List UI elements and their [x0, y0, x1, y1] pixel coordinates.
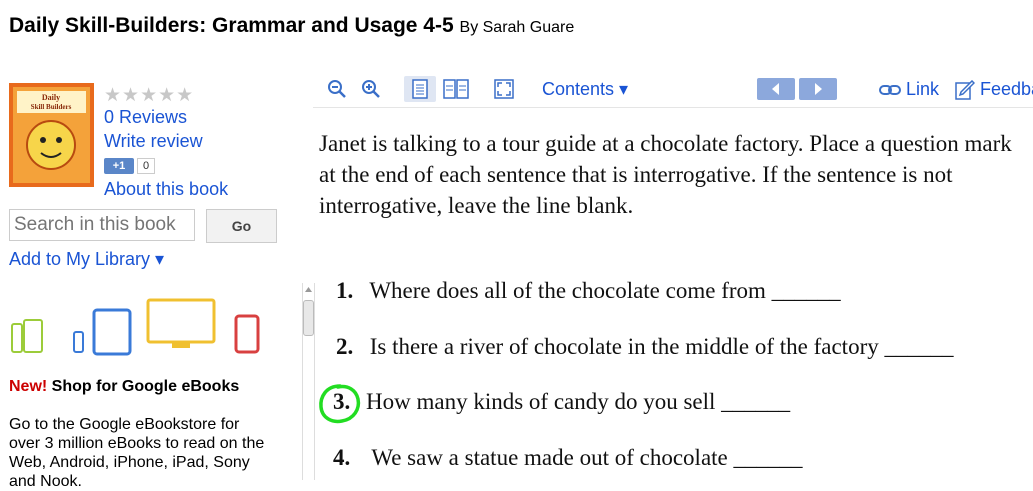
toolbar-divider — [313, 107, 1033, 108]
single-page-icon — [412, 79, 428, 99]
promo-title: New! Shop for Google eBooks — [9, 378, 240, 395]
zoom-in-icon — [362, 80, 380, 98]
scrollbar-thumb[interactable] — [303, 300, 314, 336]
book-cover[interactable]: Daily Skill Builders — [9, 83, 94, 187]
link-icon — [879, 85, 901, 96]
rating-stars[interactable]: ★★★★★ — [104, 84, 194, 107]
zoom-out-icon — [328, 80, 346, 98]
two-page-view-button[interactable] — [440, 76, 472, 102]
question-item: 4. We saw a statue made out of chocolate… — [333, 445, 803, 470]
chevron-left-icon — [772, 83, 779, 95]
add-to-library-link[interactable]: Add to My Library ▾ — [9, 249, 164, 270]
zoom-in-button[interactable] — [358, 76, 384, 102]
scroll-up-icon[interactable] — [303, 285, 314, 295]
plusone-widget[interactable]: +1 0 — [104, 158, 156, 175]
about-book-link[interactable]: About this book — [104, 179, 228, 200]
previous-page-button[interactable] — [757, 78, 795, 100]
feedback-icon — [955, 80, 976, 100]
write-review-link[interactable]: Write review — [104, 131, 203, 152]
question-item: 3. How many kinds of candy do you sell __… — [333, 389, 791, 414]
chevron-right-icon — [815, 83, 822, 95]
question-item: 1. Where does all of the chocolate come … — [336, 278, 841, 303]
link-button[interactable]: Link — [879, 76, 939, 102]
svg-text:Skill Builders: Skill Builders — [31, 103, 72, 111]
promo-new-badge: New! — [9, 378, 48, 395]
contents-dropdown[interactable]: Contents ▾ — [542, 76, 628, 102]
book-author: By Sarah Guare — [459, 19, 575, 36]
plusone-count: 0 — [137, 158, 156, 174]
book-title: Daily Skill-Builders: Grammar and Usage … — [9, 14, 575, 37]
cover-title: Daily — [42, 93, 60, 102]
page-instructions: Janet is talking to a tour guide at a ch… — [319, 131, 1012, 218]
two-page-icon — [443, 79, 469, 99]
fullscreen-icon — [494, 79, 514, 99]
single-page-view-button[interactable] — [404, 76, 436, 102]
question-item: 2. Is there a river of chocolate in the … — [336, 334, 954, 359]
reviews-link[interactable]: 0 Reviews — [104, 107, 187, 128]
plusone-button[interactable]: +1 — [104, 158, 134, 174]
next-page-button[interactable] — [799, 78, 837, 100]
fullscreen-button[interactable] — [490, 76, 518, 102]
search-input[interactable] — [9, 209, 195, 241]
highlight-circle — [319, 384, 361, 424]
zoom-out-button[interactable] — [324, 76, 350, 102]
devices-illustration — [11, 298, 260, 356]
feedback-button[interactable]: Feedback — [955, 76, 1033, 102]
go-button[interactable]: Go — [206, 209, 277, 243]
